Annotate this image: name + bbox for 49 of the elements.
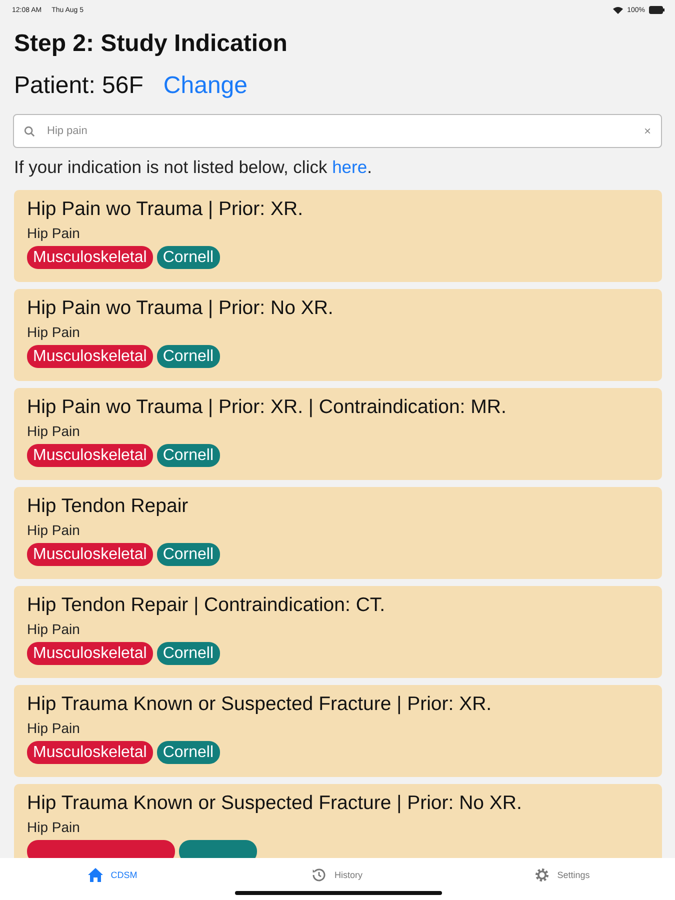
- indication-title: Hip Tendon Repair | Contraindication: CT.: [27, 594, 386, 617]
- indication-title: Hip Pain wo Trauma | Prior: XR.: [27, 198, 304, 221]
- clear-button[interactable]: ×: [644, 124, 651, 138]
- indication-card[interactable]: Hip Pain wo Trauma | Prior: XR. | Contraindication: MR. Hip Pain Musculoskeletal Cornell: [14, 388, 662, 480]
- tab-item[interactable]: History: [225, 858, 450, 892]
- category-tag: Cornell: [156, 345, 220, 368]
- indication-category: Hip Pain: [27, 621, 81, 637]
- indication-card[interactable]: Hip Tendon Repair Hip Pain Musculoskeletal Cornell: [14, 487, 662, 579]
- change-link[interactable]: Change: [163, 72, 248, 100]
- home-icon: [88, 868, 103, 882]
- category-tag: Musculoskeletal: [27, 642, 153, 665]
- indication-card[interactable]: Hip Tendon Repair | Contraindication: CT. Hip Pain Musculoskeletal Cornell: [14, 586, 662, 678]
- indication-card[interactable]: Hip Trauma Known or Suspected Fracture | Prior: No XR. Hip Pain: [14, 784, 662, 858]
- indication-title: Hip Trauma Known or Suspected Fracture | Prior: No XR.: [27, 792, 523, 815]
- indication-card[interactable]: Hip Pain wo Trauma | Prior: XR. Hip Pain Musculoskeletal Cornell: [14, 190, 662, 282]
- history-icon: [312, 868, 326, 882]
- indication-category: Hip Pain: [27, 720, 81, 736]
- category-tag: Cornell: [156, 444, 220, 467]
- indication-title: Hip Pain wo Trauma | Prior: XR. | Contraindication: MR.: [27, 396, 508, 419]
- category-tag: Musculoskeletal: [27, 543, 153, 566]
- category-tag: Musculoskeletal: [27, 741, 153, 764]
- category-tag: Musculoskeletal: [27, 345, 153, 368]
- hint-text: If your indication is not listed below, click here.: [14, 157, 373, 178]
- page-title: Step 2: Study Indication: [14, 30, 288, 58]
- indication-category: Hip Pain: [27, 819, 81, 835]
- patient-label: Patient: 56F: [14, 72, 144, 100]
- settings-icon: [535, 868, 550, 882]
- category-tag: Cornell: [156, 246, 220, 269]
- indication-card[interactable]: Hip Trauma Known or Suspected Fracture | Prior: XR. Hip Pain Musculoskeletal Cornell: [14, 685, 662, 777]
- wifi-icon: [613, 6, 624, 14]
- indication-category: Hip Pain: [27, 522, 81, 538]
- category-tag: Musculoskeletal: [27, 444, 153, 467]
- battery-icon: [649, 6, 665, 14]
- indication-title: Hip Trauma Known or Suspected Fracture | Prior: XR.: [27, 693, 493, 716]
- tab-item[interactable]: Settings: [450, 858, 675, 892]
- indication-category: Hip Pain: [27, 423, 81, 439]
- here-link[interactable]: here: [332, 157, 368, 177]
- tab-item[interactable]: CDSM: [0, 858, 225, 892]
- category-tag: Cornell: [156, 543, 220, 566]
- indication-category: Hip Pain: [27, 324, 81, 340]
- indication-category: Hip Pain: [27, 225, 81, 241]
- indication-title: Hip Pain wo Trauma | Prior: No XR.: [27, 297, 334, 320]
- search-field[interactable]: Hip pain ×: [13, 114, 662, 148]
- search-icon: [24, 126, 35, 136]
- category-tag: Musculoskeletal: [27, 246, 153, 269]
- indication-title: Hip Tendon Repair: [27, 495, 190, 518]
- indication-card[interactable]: Hip Pain wo Trauma | Prior: No XR. Hip Pain Musculoskeletal Cornell: [14, 289, 662, 381]
- category-tag: Cornell: [156, 642, 220, 665]
- category-tag: Cornell: [156, 741, 220, 764]
